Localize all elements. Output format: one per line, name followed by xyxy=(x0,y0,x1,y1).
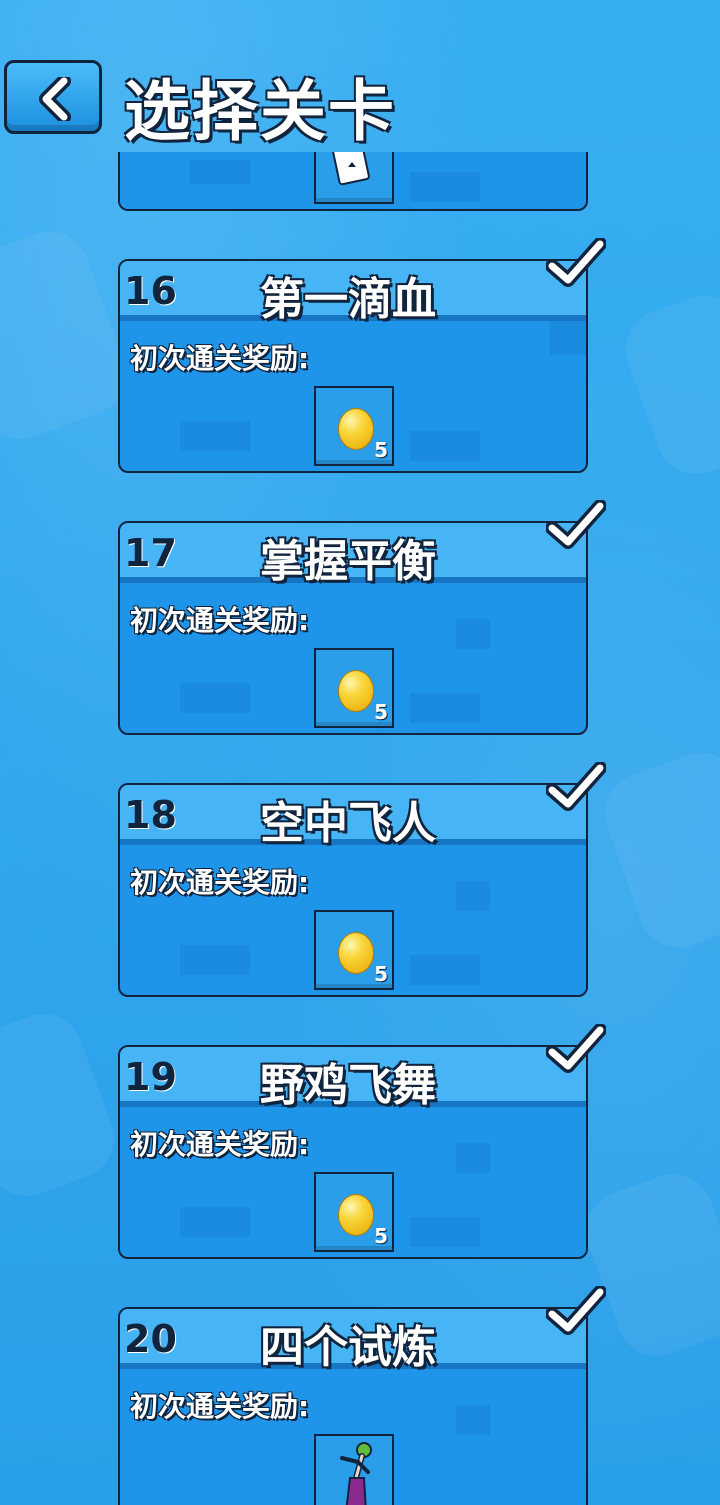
level-number: 18 xyxy=(124,793,177,837)
level-card-header: 20 四个试炼 xyxy=(120,1309,586,1373)
chevron-left-icon xyxy=(39,77,71,121)
reward-slot xyxy=(314,152,394,204)
decorative-tile xyxy=(456,619,490,649)
level-card-partial[interactable] xyxy=(118,152,588,211)
decorative-tile xyxy=(456,881,490,911)
reward-slot: 5 xyxy=(314,1172,394,1252)
level-name: 四个试炼 xyxy=(260,1322,436,1373)
decorative-tile xyxy=(180,945,250,975)
level-number: 16 xyxy=(124,269,177,313)
level-card-header: 18 空中飞人 xyxy=(120,785,586,849)
page-title: 选择关卡 xyxy=(124,73,396,150)
level-name: 野鸡飞舞 xyxy=(260,1060,436,1111)
check-icon xyxy=(546,762,606,811)
coin-icon xyxy=(338,670,374,712)
check-icon xyxy=(546,1024,606,1073)
reward-slot: 5 xyxy=(314,910,394,990)
level-card[interactable]: 16 第一滴血 初次通关奖励: 5 xyxy=(118,259,588,473)
level-card-header: 16 第一滴血 xyxy=(120,261,586,325)
decorative-tile xyxy=(410,1217,480,1247)
reward-label: 初次通关奖励: xyxy=(130,1390,310,1423)
decorative-tile xyxy=(180,1207,250,1237)
level-number: 17 xyxy=(124,531,177,575)
reward-label: 初次通关奖励: xyxy=(130,866,310,899)
reward-count: 5 xyxy=(374,962,388,986)
header: 选择关卡 xyxy=(0,0,720,150)
decorative-tile xyxy=(180,421,250,451)
coin-icon xyxy=(338,1194,374,1236)
level-list[interactable]: 16 第一滴血 初次通关奖励: 5 17 掌握平衡 初次通关奖励: 5 18 空… xyxy=(0,0,720,1505)
decorative-tile xyxy=(550,321,586,355)
reward-slot: 5 xyxy=(314,386,394,466)
level-card[interactable]: 19 野鸡飞舞 初次通关奖励: 5 xyxy=(118,1045,588,1259)
playing-card-icon xyxy=(332,152,370,186)
reward-label: 初次通关奖励: xyxy=(130,342,310,375)
check-icon xyxy=(546,500,606,549)
decorative-tile xyxy=(410,693,480,723)
level-card-header: 19 野鸡飞舞 xyxy=(120,1047,586,1111)
reward-count: 5 xyxy=(374,1224,388,1248)
level-name: 空中飞人 xyxy=(260,798,436,849)
decorative-tile xyxy=(190,160,250,184)
coin-icon xyxy=(338,408,374,450)
level-card[interactable]: 17 掌握平衡 初次通关奖励: 5 xyxy=(118,521,588,735)
decorative-tile xyxy=(410,955,480,985)
level-number: 19 xyxy=(124,1055,177,1099)
level-name: 掌握平衡 xyxy=(260,536,436,587)
level-number: 20 xyxy=(124,1317,177,1361)
coin-icon xyxy=(338,932,374,974)
reward-slot xyxy=(314,1434,394,1505)
check-icon xyxy=(546,1286,606,1335)
level-card-header: 17 掌握平衡 xyxy=(120,523,586,587)
reward-label: 初次通关奖励: xyxy=(130,1128,310,1161)
back-button[interactable] xyxy=(4,60,102,134)
decorative-tile xyxy=(410,431,480,461)
reward-label: 初次通关奖励: xyxy=(130,604,310,637)
reward-count: 5 xyxy=(374,700,388,724)
check-icon xyxy=(546,238,606,287)
decorative-tile xyxy=(180,683,250,713)
level-card[interactable]: 20 四个试炼 初次通关奖励: xyxy=(118,1307,588,1505)
decorative-tile xyxy=(456,1405,490,1435)
decorative-tile xyxy=(456,1143,490,1173)
decorative-tile xyxy=(410,172,480,202)
reward-count: 5 xyxy=(374,438,388,462)
level-card[interactable]: 18 空中飞人 初次通关奖励: 5 xyxy=(118,783,588,997)
reward-slot: 5 xyxy=(314,648,394,728)
character-skin-icon xyxy=(340,1442,372,1505)
level-name: 第一滴血 xyxy=(260,274,436,325)
